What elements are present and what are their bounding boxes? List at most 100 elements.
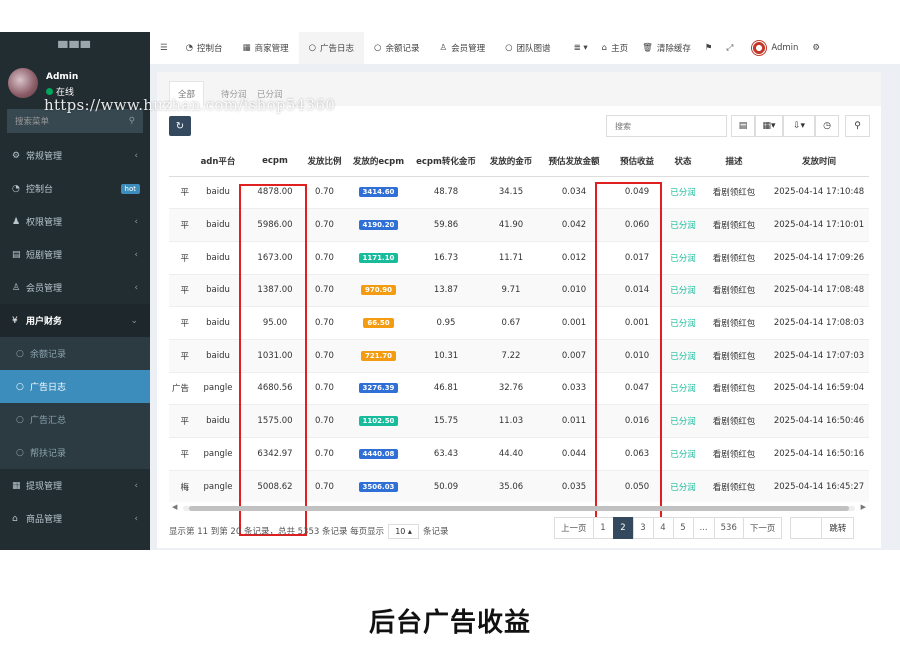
sidebar-item-permissions[interactable]: ♟ 权限管理 ‹	[0, 205, 150, 238]
cell-desc: 看剧领红包	[699, 306, 769, 340]
col-header[interactable]	[169, 146, 189, 177]
tab-merchant[interactable]: ▦ 商家管理	[233, 32, 299, 64]
cell-ecpm: 1673.00	[247, 240, 303, 275]
cell-desc: 看剧领红包	[699, 404, 769, 438]
refresh-button[interactable]: ↻	[169, 116, 191, 136]
table-search-input[interactable]	[606, 115, 727, 137]
language-icon: ⚑	[704, 43, 713, 53]
online-dot-icon	[46, 88, 53, 95]
table-row[interactable]: 平 baidu 4878.00 0.70 3414.60 48.78 34.15 0.034 0…	[169, 175, 869, 209]
admin-avatar	[751, 40, 768, 56]
search-button[interactable]: ⚲	[845, 115, 870, 137]
scroll-thumb[interactable]	[189, 506, 849, 511]
next-page-button[interactable]: 下一页	[742, 517, 783, 539]
cell-status: 已分润	[667, 338, 699, 373]
jump-button[interactable]: 跳转	[821, 517, 855, 539]
list-icon: ▦	[12, 480, 21, 491]
tab-balance-log[interactable]: ○ 余额记录	[364, 32, 429, 64]
sidebar-toggle-button[interactable]: ☰	[150, 32, 176, 64]
cell-ecpm: 1387.00	[247, 273, 303, 307]
sidebar-item-finance[interactable]: ¥ 用户财务 ⌄	[0, 304, 150, 337]
home-link[interactable]: ⌂ 主页	[595, 32, 635, 64]
cell-issued-ecpm: 970.90	[346, 273, 411, 307]
tab-team-graph[interactable]: ○ 团队图谱	[495, 32, 560, 64]
jump-page-input[interactable]	[790, 517, 823, 539]
columns-button[interactable]: ▦▾	[755, 115, 783, 137]
page-button-current[interactable]: 2	[612, 517, 634, 539]
toggle-view-button[interactable]: ▤	[731, 115, 755, 137]
sidebar-item-withdraw[interactable]: ▦ 提现管理 ‹	[0, 469, 150, 502]
clear-cache-button[interactable]: 🗑 清除缓存	[635, 32, 698, 64]
search-icon: ⚲	[854, 121, 861, 131]
cell-desc: 看剧领红包	[699, 240, 769, 275]
history-button[interactable]: ◷	[815, 115, 839, 137]
tab-members[interactable]: ♙ 会员管理	[429, 32, 495, 64]
page-button[interactable]: 1	[592, 517, 614, 539]
cell-est-amount: 0.007	[541, 338, 607, 373]
cell-est-income: 0.047	[607, 371, 667, 405]
col-header-issued-ecpm[interactable]: 发放的ecpm	[346, 146, 411, 177]
tab-dashboard[interactable]: ◔ 控制台	[176, 32, 233, 64]
more-tabs-dropdown[interactable]: ≣ ▾	[567, 32, 595, 64]
settings-button[interactable]: ⚙	[805, 32, 827, 64]
sidebar-item-balance-log[interactable]: ○ 余额记录	[0, 337, 150, 370]
scroll-left-icon[interactable]: ◀	[172, 503, 177, 511]
refresh-icon: ↻	[175, 120, 185, 132]
col-header-time[interactable]: 发放时间	[769, 146, 869, 177]
cell-est-income: 0.017	[607, 240, 667, 275]
issued-ecpm-label: 3276.39	[358, 383, 399, 394]
sidebar-item-goods[interactable]: ⌂ 商品管理 ‹	[0, 502, 150, 535]
sidebar-item-dashboard[interactable]: ◔ 控制台 hot	[0, 172, 150, 205]
sidebar-item-shortdrama[interactable]: ▤ 短剧管理 ‹	[0, 238, 150, 271]
sidebar-item-ad-summary[interactable]: ○ 广告汇总	[0, 403, 150, 436]
col-header-adn[interactable]: adn平台	[189, 146, 247, 177]
cell-ratio: 0.70	[303, 175, 346, 209]
language-button[interactable]: ⚑	[698, 32, 720, 64]
table-row[interactable]: 平 pangle 6342.97 0.70 4440.08 63.43 44.40 0.044…	[169, 437, 869, 471]
search-icon[interactable]: ⚲	[129, 116, 135, 126]
sidebar-item-ad-log[interactable]: ○ 广告日志	[0, 370, 150, 403]
tab-ad-log[interactable]: ○ 广告日志	[298, 32, 365, 64]
table-row[interactable]: 平 baidu 1031.00 0.70 721.70 10.31 7.22 0.007 0.0…	[169, 338, 869, 373]
admin-user-menu[interactable]: Admin	[744, 32, 805, 64]
page-button[interactable]: 536	[713, 517, 744, 539]
scroll-right-icon[interactable]: ▶	[861, 503, 866, 511]
tab-label: 广告日志	[320, 44, 355, 54]
col-header-ecpm[interactable]: ecpm	[247, 146, 303, 177]
col-header-coins[interactable]: ecpm转化金币	[411, 146, 481, 177]
table-row[interactable]: 广告 pangle 4680.56 0.70 3276.39 46.81 32.76 0.03…	[169, 371, 869, 405]
cell-status: 已分润	[667, 273, 699, 307]
table-row[interactable]: 梅 pangle 5008.62 0.70 3506.03 50.09 35.06 0.035…	[169, 469, 869, 502]
page-size-select[interactable]: 10 ▴	[388, 523, 419, 539]
logo[interactable]: ▀▀▀	[0, 32, 150, 64]
sidebar-item-members[interactable]: ♙ 会员管理 ‹	[0, 271, 150, 304]
horizontal-scrollbar[interactable]: ◀ ▶	[169, 503, 869, 513]
col-header-issued-coins[interactable]: 发放的金币	[481, 146, 541, 177]
page-button[interactable]: 3	[632, 517, 654, 539]
table-row[interactable]: 平 baidu 1673.00 0.70 1171.10 16.73 11.71 0.012 0…	[169, 240, 869, 275]
user-icon: ♙	[439, 43, 448, 53]
cell-status: 已分润	[667, 404, 699, 438]
issued-ecpm-label: 4440.08	[358, 448, 399, 459]
table-row[interactable]: 平 baidu 5986.00 0.70 4190.20 59.86 41.90 0.042 0…	[169, 208, 869, 242]
col-header-desc[interactable]: 描述	[699, 146, 769, 177]
table-row[interactable]: 平 baidu 95.00 0.70 66.50 0.95 0.67 0.001 0.001 已分…	[169, 306, 869, 340]
table-icon: ▤	[738, 121, 748, 131]
cell-ratio: 0.70	[303, 208, 346, 242]
fullscreen-button[interactable]: ⤢	[720, 32, 741, 64]
issued-ecpm-label: 4190.20	[358, 220, 399, 231]
prev-page-button[interactable]: 上一页	[554, 517, 594, 539]
page-button[interactable]: 5	[672, 517, 694, 539]
col-header-est-income[interactable]: 预估收益	[607, 146, 667, 177]
cell-ecpm: 4878.00	[247, 175, 303, 209]
table-row[interactable]: 平 baidu 1575.00 0.70 1102.50 15.75 11.03 0.011 0…	[169, 404, 869, 438]
table-row[interactable]: 平 baidu 1387.00 0.70 970.90 13.87 9.71 0.010 0.0…	[169, 273, 869, 307]
sidebar-item-general[interactable]: ⚙ 常规管理 ‹	[0, 139, 150, 172]
export-button[interactable]: ⇩▾	[783, 115, 815, 137]
data-table-container: adn平台 ecpm 发放比例 发放的ecpm ecpm转化金币 发放的金币 预…	[169, 146, 869, 502]
sidebar-item-help-log[interactable]: ○ 帮扶记录	[0, 436, 150, 469]
col-header-status[interactable]: 状态	[667, 146, 699, 177]
col-header-est-amount[interactable]: 预估发放金额	[541, 146, 607, 177]
page-button[interactable]: 4	[652, 517, 674, 539]
col-header-ratio[interactable]: 发放比例	[303, 146, 346, 177]
